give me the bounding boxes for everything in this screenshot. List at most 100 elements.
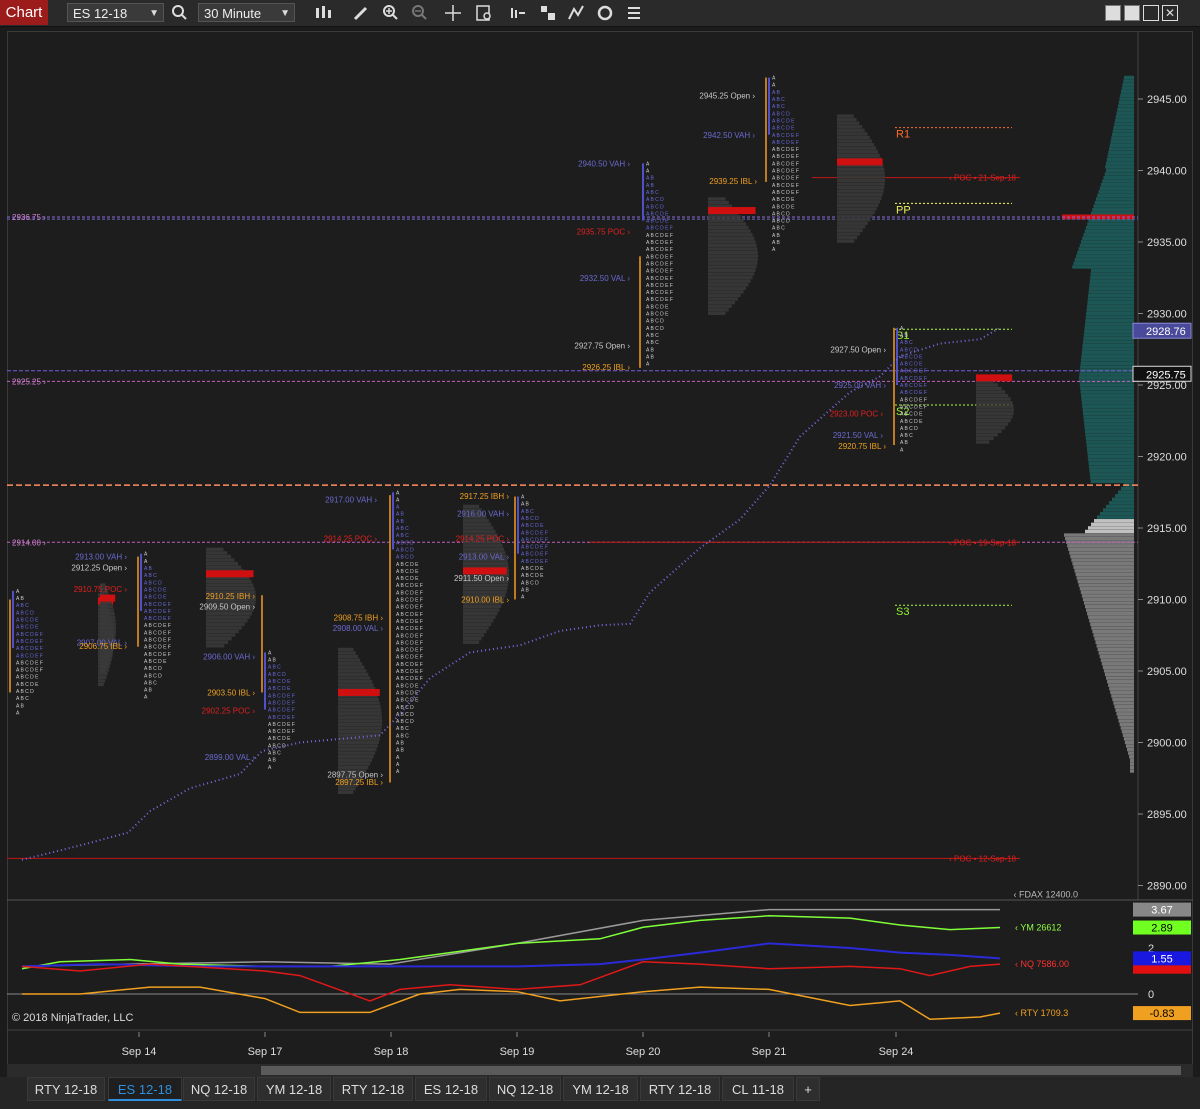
profile-label-ib: 2939.25 IBL › [709,177,757,186]
tpo-letters: A B C D E [144,587,167,593]
tpo-histogram-bar [837,178,885,183]
tpo-letters: A B [900,333,908,339]
tpo-histogram-bar [837,207,877,211]
volume-profile-bar [1089,286,1134,291]
profile-label-open: 2911.50 Open › [454,574,509,583]
tpo-letters: A B [268,658,276,664]
volume-profile-bar [1087,297,1134,301]
tpo-letters: A B C D E F [268,700,295,706]
tpo-poc-bar [837,158,883,166]
tpo-histogram-bar [708,247,758,251]
volume-profile-bar [1089,279,1134,283]
rty-value: -0.83 [1149,1008,1174,1020]
tpo-histogram-bar [837,125,863,129]
tpo-histogram-bar [206,626,242,630]
tpo-letters: A B C D [646,326,664,332]
volume-profile-bar [1085,529,1134,534]
price-tick-label: 2920.00 [1147,452,1187,464]
volume-profile-bar [1097,647,1134,652]
tpo-letters: A B C D E F [646,240,673,246]
tpo-letters: A B C D E F [268,693,295,699]
tpo-letters: A B C D E [900,412,923,418]
instrument-tab[interactable]: RTY 12-18 [333,1077,413,1101]
tpo-letters: A [521,595,525,601]
tpo-histogram-bar [837,132,868,136]
volume-profile-bar [1081,358,1134,362]
tpo-poc-bar [100,594,116,602]
tpo-letters: A B C D E F [144,630,171,636]
time-tick-label: Sep 18 [374,1046,409,1058]
tpo-letters: A [646,362,650,368]
tpo-letters: A B [521,587,529,593]
tpo-letters: A B C D E [900,362,923,368]
time-tick-label: Sep 17 [248,1046,283,1058]
tpo-letters: A B C D E F [396,598,423,604]
volume-profile-bar [1104,672,1134,677]
volume-profile-bar [1086,308,1134,312]
fdax-label: ‹ FDAX 12400.0 [1013,890,1078,900]
tpo-letters: A B C D E F [900,383,927,389]
tpo-letters: A [900,447,904,453]
volume-profile-bar [1129,755,1134,759]
volume-profile-bar [1110,690,1134,695]
instrument-tab[interactable]: NQ 12-18 [183,1077,255,1101]
tpo-histogram-bar [463,519,489,523]
instrument-tab[interactable]: RTY 12-18 [27,1077,105,1101]
volume-profile-bar [1111,694,1134,698]
volume-profile-bar [1085,433,1134,437]
instrument-tab[interactable]: NQ 12-18 [489,1077,561,1101]
profile-label-poc: 2902.25 POC › [202,706,256,715]
tpo-letters: A B C D [900,347,918,353]
tpo-histogram-bar [98,672,108,676]
price-tick-label: 2930.00 [1147,309,1187,321]
horizontal-scrollbar[interactable] [7,1064,1193,1077]
tpo-letters: A B C D [772,211,790,217]
tpo-histogram-bar [100,633,116,637]
tpo-histogram-bar [708,218,744,223]
volume-profile-bar [1106,168,1134,173]
volume-profile-bar [1072,265,1134,269]
volume-profile-bar [1106,504,1134,509]
tpo-letters: A B C D E F [16,653,43,659]
volume-profile-bar [1109,143,1134,148]
tpo-histogram-bar [338,672,369,677]
profile-label-va: 2906.00 VAH › [203,653,255,662]
profile-label-ib: 2897.25 IBL › [335,778,383,787]
instrument-tab[interactable]: CL 11-18 [722,1077,794,1101]
tpo-histogram-bar [837,142,875,147]
tpo-histogram-bar [837,128,865,132]
instrument-tab[interactable]: ES 12-18 [415,1077,487,1101]
instrument-tab[interactable]: YM 12-18 [257,1077,331,1101]
tpo-histogram-bar [206,551,228,555]
tpo-histogram-bar [708,297,738,301]
instrument-tab[interactable]: ES 12-18 [108,1077,182,1101]
volume-profile-bar [1082,347,1134,351]
tpo-letters: A B C D E [144,595,167,601]
chart-canvas[interactable]: 2945.00 2940.00 2935.00 2930.00 2925.00 2920.… [0,0,1200,1109]
volume-profile-bar [1120,93,1134,98]
tpo-letters: A B C D E F [268,715,295,721]
instrument-tab[interactable]: RTY 12-18 [640,1077,720,1101]
volume-profile-bar [1118,490,1134,494]
volume-profile-bar [1087,454,1134,459]
tpo-histogram-bar [463,529,496,534]
tpo-letters: A B C [900,340,913,346]
volume-profile-bar [1086,225,1134,230]
pivot-label-r1: R1 [896,129,910,141]
tpo-histogram-bar [976,383,998,387]
tpo-letters: A B C [646,333,659,339]
tpo-letters: A B C D E F [144,602,171,608]
volume-profile-bar [1084,422,1134,426]
tpo-histogram-bar [463,590,507,594]
tpo-histogram-bar [206,615,250,619]
tpo-histogram-bar [976,386,1002,391]
profile-label-open: 2927.50 Open › [830,345,886,354]
pivot-label-s3: S3 [896,606,909,618]
scrollbar-thumb[interactable] [261,1066,1181,1075]
tpo-letters: A B C D E [396,569,419,575]
volume-profile-bar [1068,547,1134,552]
add-tab-button[interactable]: + [796,1077,820,1101]
tpo-histogram-bar [206,629,239,634]
instrument-tab[interactable]: YM 12-18 [563,1077,638,1101]
tpo-histogram-bar [100,608,114,612]
